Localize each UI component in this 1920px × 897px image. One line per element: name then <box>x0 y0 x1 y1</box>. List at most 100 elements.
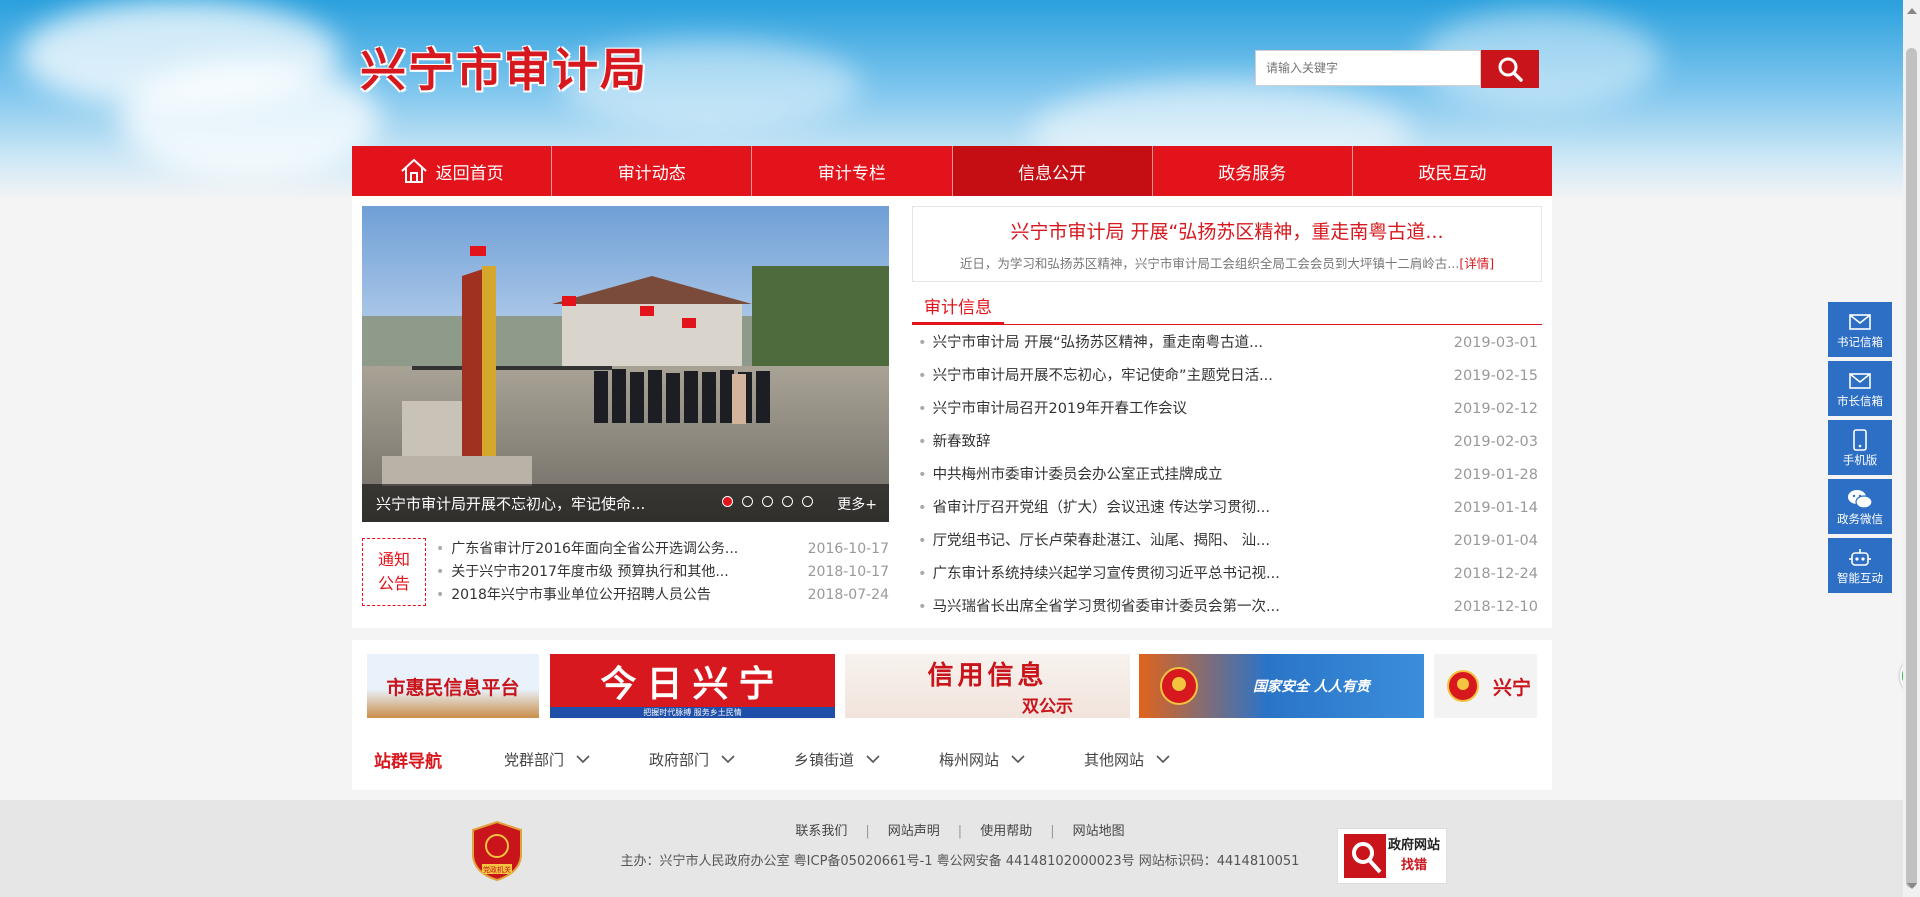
news-title[interactable]: 中共梅州市委审计委员会办公室正式挂牌成立 <box>918 459 1223 492</box>
news-date: 2018-12-10 <box>1453 599 1538 615</box>
robot-icon <box>1849 548 1871 566</box>
site-nav-party-depts[interactable]: 党群部门 <box>504 749 649 770</box>
nav-item-info-disclosure[interactable]: 信息公开 <box>952 146 1153 196</box>
float-mobile-version[interactable]: 手机版 <box>1828 420 1892 475</box>
float-mayor-mailbox[interactable]: 市长信箱 <box>1828 361 1892 416</box>
news-date: 2018-12-24 <box>1453 566 1538 582</box>
slider-dot[interactable] <box>722 496 733 507</box>
news-title[interactable]: 兴宁市审计局召开2019年开春工作会议 <box>918 393 1187 426</box>
tab-audit-info[interactable]: 审计信息 <box>912 294 1004 324</box>
slider-dot[interactable] <box>762 496 773 507</box>
list-item[interactable]: 关于兴宁市2017年度市级 预算执行和其他... 2018-10-17 <box>436 561 889 584</box>
list-item[interactable]: 兴宁市审计局召开2019年开春工作会议 2019-02-12 <box>912 393 1542 426</box>
news-date: 2019-02-15 <box>1453 368 1538 384</box>
slider-dots <box>722 496 813 507</box>
magnifier-icon <box>1344 834 1386 878</box>
search-button[interactable] <box>1481 50 1539 88</box>
photo-slider[interactable]: 兴宁市审计局开展不忘初心，牢记使命... 更多+ <box>362 206 889 522</box>
nav-item-audit-column[interactable]: 审计专栏 <box>752 146 953 196</box>
search-input[interactable] <box>1255 50 1481 86</box>
slider-more-link[interactable]: 更多+ <box>837 494 877 514</box>
notice-title[interactable]: 关于兴宁市2017年度市级 预算执行和其他... <box>436 561 728 584</box>
site-nav-label: 其他网站 <box>1084 750 1145 769</box>
footer-info: 主办：兴宁市人民政府办公室 粤ICP备05020661号-1 粤公网安备 441… <box>620 854 1300 869</box>
float-label: 市长信箱 <box>1837 393 1883 408</box>
news-title[interactable]: 省审计厅召开党组（扩大）会议迅速 传达学习贯彻... <box>918 492 1270 525</box>
list-item[interactable]: 广东省审计厅2016年面向全省公开选调公务... 2016-10-17 <box>436 538 889 561</box>
banner-subtext: 双公示 <box>1022 697 1073 717</box>
nav-item-label: 政民互动 <box>1418 163 1487 184</box>
list-item[interactable]: 省审计厅召开党组（扩大）会议迅速 传达学习贯彻... 2019-01-14 <box>912 492 1542 525</box>
headline-title[interactable]: 兴宁市审计局 开展“弘扬苏区精神，重走南粤古道... <box>913 217 1541 244</box>
banner-huimin-platform[interactable]: 市惠民信息平台 <box>367 654 539 718</box>
slider-dot[interactable] <box>782 496 793 507</box>
news-title[interactable]: 新春致辞 <box>918 426 991 459</box>
error-report-text: 政府网站 找错 <box>1388 836 1440 876</box>
error-report-line2: 找错 <box>1400 858 1427 873</box>
footer-link-sitemap[interactable]: 网站地图 <box>1073 824 1125 839</box>
footer-link-help[interactable]: 使用帮助 <box>980 824 1032 839</box>
nav-item-interaction[interactable]: 政民互动 <box>1353 146 1552 196</box>
nav-item-label: 审计动态 <box>617 163 686 184</box>
slider-photo <box>362 206 889 522</box>
banner-text: 信用信息 <box>927 661 1048 691</box>
scroll-down-arrow-icon[interactable] <box>1907 883 1917 889</box>
list-item[interactable]: 兴宁市审计局开展不忘初心，牢记使命”主题党日活... 2019-02-15 <box>912 360 1542 393</box>
scroll-up-arrow-icon[interactable] <box>1907 8 1917 14</box>
list-item[interactable]: 厅党组书记、厅长卢荣春赴湛江、汕尾、揭阳、 汕... 2019-01-04 <box>912 525 1542 558</box>
headline-detail-link[interactable]: [详情] <box>1459 256 1494 271</box>
slider-caption[interactable]: 兴宁市审计局开展不忘初心，牢记使命... <box>376 493 645 514</box>
float-label: 政务微信 <box>1837 511 1883 526</box>
banner-xingning-gov[interactable]: 兴宁 <box>1434 654 1537 718</box>
float-label: 智能互动 <box>1837 570 1883 585</box>
news-date: 2019-03-01 <box>1453 335 1538 351</box>
nav-item-home[interactable]: 返回首页 <box>352 146 553 196</box>
float-secretary-mailbox[interactable]: 书记信箱 <box>1828 302 1892 357</box>
gov-site-error-report[interactable]: 政府网站 找错 <box>1337 828 1447 884</box>
footer-link-contact[interactable]: 联系我们 <box>795 824 847 839</box>
site-nav-towns[interactable]: 乡镇街道 <box>794 749 939 770</box>
notice-list: 广东省审计厅2016年面向全省公开选调公务... 2016-10-17 关于兴宁市… <box>436 538 889 607</box>
news-title[interactable]: 兴宁市审计局 开展“弘扬苏区精神，重走南粤古道... <box>918 327 1263 360</box>
list-item[interactable]: 兴宁市审计局 开展“弘扬苏区精神，重走南粤古道... 2019-03-01 <box>912 327 1542 360</box>
site-nav-meizhou[interactable]: 梅州网站 <box>939 749 1084 770</box>
chevron-down-icon <box>1011 754 1025 763</box>
nav-item-gov-services[interactable]: 政务服务 <box>1153 146 1353 196</box>
float-smart-interaction[interactable]: 智能互动 <box>1828 538 1892 593</box>
banner-today-xingning[interactable]: 今日兴宁 把握时代脉搏 服务乡土民情 <box>550 654 835 718</box>
site-nav-others[interactable]: 其他网站 <box>1084 749 1229 770</box>
nav-item-audit-news[interactable]: 审计动态 <box>552 146 753 196</box>
list-item[interactable]: 广东审计系统持续兴起学习宣传贯彻习近平总书记视... 2018-12-24 <box>912 558 1542 591</box>
float-gov-wechat[interactable]: 政务微信 <box>1828 479 1892 534</box>
notice-title[interactable]: 2018年兴宁市事业单位公开招聘人员公告 <box>436 584 711 607</box>
main-content: 兴宁市审计局开展不忘初心，牢记使命... 更多+ 通知 公告 广东省审计厅201… <box>352 196 1552 628</box>
site-title[interactable]: 兴宁市审计局 <box>360 34 648 100</box>
news-title[interactable]: 兴宁市审计局开展不忘初心，牢记使命”主题党日活... <box>918 360 1273 393</box>
site-nav-label: 乡镇街道 <box>794 750 855 769</box>
nav-item-label: 审计专栏 <box>817 163 886 184</box>
news-title[interactable]: 马兴瑞省长出席全省学习贯彻省委审计委员会第一次... <box>918 591 1280 624</box>
phone-icon <box>1853 428 1867 451</box>
footer-link-statement[interactable]: 网站声明 <box>888 824 940 839</box>
list-item[interactable]: 新春致辞 2019-02-03 <box>912 426 1542 459</box>
list-item[interactable]: 中共梅州市委审计委员会办公室正式挂牌成立 2019-01-28 <box>912 459 1542 492</box>
banner-national-security[interactable]: 国家安全 人人有责 <box>1139 654 1424 718</box>
site-nav-title: 站群导航 <box>374 751 442 772</box>
footer: 党政机关 联系我们 | 网站声明 | 使用帮助 | 网站地图 主办：兴宁市人民政府办公室 粤… <box>0 800 1920 897</box>
news-title[interactable]: 广东审计系统持续兴起学习宣传贯彻习近平总书记视... <box>918 558 1280 591</box>
banner-strip: 市惠民信息平台 今日兴宁 把握时代脉搏 服务乡土民情 信用信息 双公示 国家安全… <box>352 640 1552 728</box>
slider-dot[interactable] <box>742 496 753 507</box>
site-group-nav: 站群导航 党群部门 政府部门 乡镇街道 梅州网站 其他网站 <box>352 728 1552 790</box>
banner-text: 国家安全 人人有责 <box>1253 679 1370 695</box>
banner-credit-info[interactable]: 信用信息 双公示 <box>845 654 1130 718</box>
notice-title[interactable]: 广东省审计厅2016年面向全省公开选调公务... <box>436 538 738 561</box>
list-item[interactable]: 2018年兴宁市事业单位公开招聘人员公告 2018-07-24 <box>436 584 889 607</box>
nav-item-label: 信息公开 <box>1018 163 1087 184</box>
notice-section: 通知 公告 广东省审计厅2016年面向全省公开选调公务... 2016-10-17… <box>362 538 889 613</box>
scrollbar-thumb[interactable] <box>1906 48 1917 888</box>
list-item[interactable]: 马兴瑞省长出席全省学习贯彻省委审计委员会第一次... 2018-12-10 <box>912 591 1542 624</box>
site-nav-gov-depts[interactable]: 政府部门 <box>649 749 794 770</box>
news-title[interactable]: 厅党组书记、厅长卢荣春赴湛江、汕尾、揭阳、 汕... <box>918 525 1270 558</box>
slider-dot[interactable] <box>802 496 813 507</box>
scrollbar[interactable] <box>1903 0 1920 897</box>
